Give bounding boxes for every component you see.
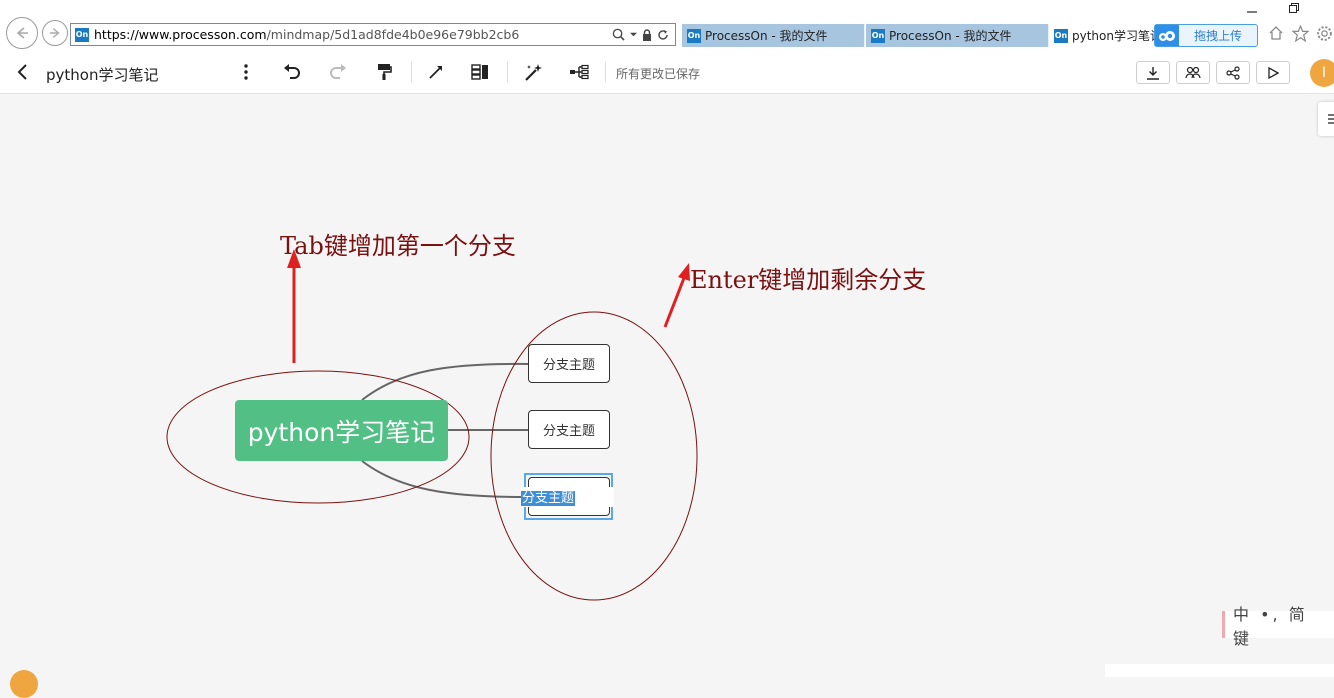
mindmap-root-node[interactable]: python学习笔记 — [235, 400, 448, 461]
mindmap-branch-node[interactable]: 分支主题 — [528, 410, 610, 449]
annotation-arrow-up — [287, 249, 301, 363]
enter-hint-annotation: Enter键增加剩余分支 — [690, 266, 927, 294]
help-button[interactable] — [10, 670, 38, 698]
connector-line-top — [361, 362, 529, 401]
branch-text-editor[interactable]: 分支主题 — [521, 487, 614, 507]
tab-hint-annotation: Tab键增加第一个分支 — [280, 232, 516, 260]
mindmap-branch-node[interactable]: 分支主题 — [528, 344, 610, 383]
annotation-arrow-diagonal — [663, 263, 690, 328]
bottom-panel — [1105, 664, 1334, 677]
selected-text: 分支主题 — [521, 491, 576, 506]
ime-status-bar[interactable]: 中 •, 简 键 — [1222, 605, 1334, 648]
connector-line-bottom — [361, 460, 525, 498]
mindmap-drawing-layer — [166, 249, 698, 601]
